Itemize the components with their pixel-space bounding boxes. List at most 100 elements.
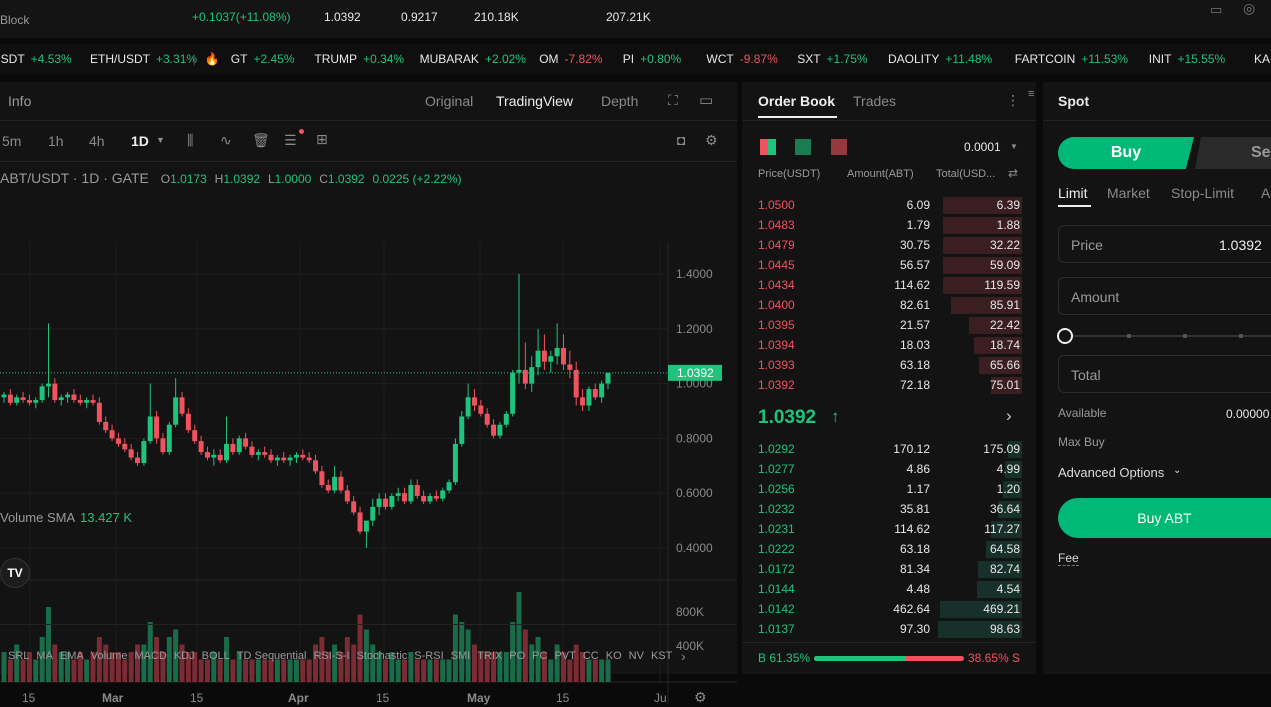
asks-row[interactable]: 1.0400 82.61 85.91	[742, 295, 1036, 315]
indicator-19[interactable]: KST	[651, 650, 672, 662]
price-field[interactable]: Price 1.0392	[1058, 225, 1271, 263]
ticker-item[interactable]: MUBARAK +2.02%	[420, 52, 526, 66]
asks-row[interactable]: 1.0395 21.57 22.42	[742, 315, 1036, 335]
indicator-13[interactable]: PO	[509, 650, 525, 662]
ticker-item[interactable]: DAOLITY +11.48%	[888, 52, 992, 66]
ticker-item[interactable]: OM -7.82%	[539, 52, 602, 66]
ticker-item[interactable]: WCT -9.87%	[706, 52, 777, 66]
ticker-item[interactable]: KAIT	[1254, 52, 1271, 66]
ticker-item[interactable]: FARTCOIN +11.53%	[1015, 52, 1128, 66]
bids-row[interactable]: 1.0231 114.62 117.27	[742, 519, 1036, 539]
ticker-item[interactable]: ETH/USDT +3.31%	[90, 52, 197, 66]
advanced-options-toggle[interactable]: Advanced Options	[1058, 465, 1164, 480]
chevron-down-icon[interactable]: ▼	[1010, 142, 1018, 151]
ticker-item[interactable]: PI +0.80%	[623, 52, 681, 66]
bids-view-icon[interactable]	[795, 139, 811, 155]
candle-type-icon[interactable]: ⫼	[187, 132, 193, 149]
more-icon[interactable]: ⋮	[1006, 92, 1020, 109]
asks-row[interactable]: 1.0483 1.79 1.88	[742, 215, 1036, 235]
trash-icon[interactable]: 🗑	[252, 132, 270, 149]
ticker-item[interactable]: TRUMP +0.34%	[314, 52, 404, 66]
indicator-3[interactable]: Volume	[91, 650, 128, 662]
interval-1d[interactable]: 1D	[131, 133, 149, 149]
bids-row[interactable]: 1.0144 4.48 4.54	[742, 579, 1036, 599]
tab-depth[interactable]: Depth	[601, 93, 638, 109]
ticker-item[interactable]: SXT +1.75%	[797, 52, 867, 66]
fullscreen-icon[interactable]: ⛶	[668, 92, 678, 109]
indicator-7[interactable]: TD Sequential	[237, 650, 307, 662]
settings-icon[interactable]: ◎	[1243, 0, 1255, 17]
info-tab[interactable]: Info	[8, 93, 31, 109]
collapse-icon[interactable]: ≡	[1028, 88, 1034, 100]
camera-icon[interactable]: ◘	[677, 132, 685, 148]
indicator-10[interactable]: S-RSI	[414, 650, 443, 662]
tab-original[interactable]: Original	[425, 93, 473, 109]
indicator-15[interactable]: PVT	[554, 650, 575, 662]
indicator-8[interactable]: RSI-S-I	[313, 650, 349, 662]
precision-select[interactable]: 0.0001	[964, 140, 1001, 154]
fee-label[interactable]: Fee	[1058, 551, 1079, 566]
indicator-11[interactable]: SMI	[451, 650, 471, 662]
amount-field[interactable]: Amount	[1058, 277, 1271, 315]
order-type-stop-limit[interactable]: Stop-Limit	[1171, 185, 1234, 201]
tradingview-logo-icon[interactable]: TV	[0, 558, 30, 588]
indicator-4[interactable]: MACD	[134, 650, 166, 662]
indicator-9[interactable]: Stochastic	[357, 650, 408, 662]
interval-1h[interactable]: 1h	[48, 133, 64, 149]
bids-row[interactable]: 1.0222 63.18 64.58	[742, 539, 1036, 559]
asks-row[interactable]: 1.0393 63.18 65.66	[742, 355, 1036, 375]
total-field[interactable]: Total	[1058, 355, 1271, 393]
chevron-right-icon[interactable]: ›	[681, 648, 686, 664]
swap-icon[interactable]: ⇄	[1008, 166, 1018, 180]
buy-submit-button[interactable]: Buy ABT	[1058, 498, 1271, 538]
bids-row[interactable]: 1.0172 81.34 82.74	[742, 559, 1036, 579]
order-type-more[interactable]: A	[1261, 185, 1270, 201]
document-icon[interactable]: ▭	[1210, 2, 1222, 18]
indicator-16[interactable]: CC	[583, 650, 599, 662]
tab-order-book[interactable]: Order Book	[758, 93, 835, 109]
interval-5m[interactable]: 5m	[2, 133, 21, 149]
bids-row[interactable]: 1.0232 35.81 36.64	[742, 499, 1036, 519]
bids-row[interactable]: 1.0137 97.30 98.63	[742, 619, 1036, 639]
asks-view-icon[interactable]	[831, 139, 847, 155]
bids-row[interactable]: 1.0292 170.12 175.09	[742, 439, 1036, 459]
indicator-icon[interactable]: ∿	[220, 132, 232, 149]
sell-tab-button[interactable]: Se	[1195, 137, 1271, 169]
order-type-limit[interactable]: Limit	[1058, 185, 1088, 201]
axis-settings-icon[interactable]: ⚙	[694, 690, 707, 706]
asks-row[interactable]: 1.0392 72.18 75.01	[742, 375, 1036, 395]
buy-tab-button[interactable]: Buy	[1058, 137, 1194, 169]
chevron-down-icon[interactable]: ⌄	[1173, 465, 1181, 476]
both-view-icon[interactable]	[760, 139, 776, 155]
indicator-1[interactable]: MA	[36, 650, 53, 662]
amount-slider-handle[interactable]	[1057, 328, 1073, 344]
indicator-18[interactable]: NV	[629, 650, 644, 662]
indicator-17[interactable]: KO	[606, 650, 622, 662]
list-icon[interactable]: ☰	[284, 132, 297, 149]
bids-row[interactable]: 1.0142 462.64 469.21	[742, 599, 1036, 619]
order-type-market[interactable]: Market	[1107, 185, 1150, 201]
indicator-14[interactable]: PC	[532, 650, 547, 662]
asks-row[interactable]: 1.0500 6.09 6.39	[742, 195, 1036, 215]
tab-trades[interactable]: Trades	[853, 93, 896, 109]
asks-row[interactable]: 1.0479 30.75 32.22	[742, 235, 1036, 255]
bids-row[interactable]: 1.0256 1.17 1.20	[742, 479, 1036, 499]
price-chart[interactable]: 1.40001.20001.00000.80000.60000.40001.03…	[0, 162, 737, 707]
indicator-2[interactable]: EMA	[60, 650, 84, 662]
bids-row[interactable]: 1.0277 4.86 4.99	[742, 459, 1036, 479]
indicator-5[interactable]: KDJ	[174, 650, 195, 662]
indicator-0[interactable]: SRL	[8, 650, 29, 662]
ticker-item[interactable]: GT +2.45%	[231, 52, 295, 66]
indicator-6[interactable]: BOLL	[202, 650, 230, 662]
ticker-item[interactable]: INIT +15.55%	[1149, 52, 1225, 66]
layout-icon[interactable]: ⊞	[316, 131, 328, 148]
asks-row[interactable]: 1.0434 114.62 119.59	[742, 275, 1036, 295]
chevron-right-icon[interactable]: ›	[1006, 406, 1012, 426]
interval-4h[interactable]: 4h	[89, 133, 105, 149]
chevron-down-icon[interactable]: ▼	[156, 135, 165, 145]
window-icon[interactable]: ▭	[699, 91, 713, 109]
gear-icon[interactable]: ⚙	[705, 132, 718, 149]
tab-tradingview[interactable]: TradingView	[496, 93, 573, 109]
ticker-item[interactable]: USDT +4.53%	[0, 52, 72, 66]
asks-row[interactable]: 1.0394 18.03 18.74	[742, 335, 1036, 355]
